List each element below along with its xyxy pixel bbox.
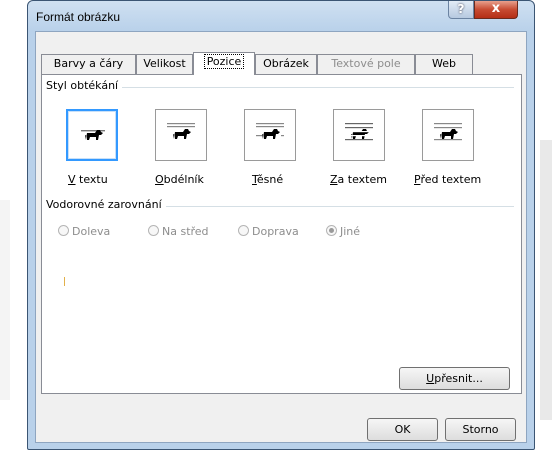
dialog-body: Barvy a čáry Velikost Pozice Obrázek Tex…: [35, 31, 527, 443]
cancel-button[interactable]: Storno: [445, 418, 516, 441]
align-other-radio[interactable]: Jiné: [326, 225, 360, 238]
title-bar[interactable]: Formát obrázku ? x: [28, 1, 534, 31]
wrapping-heading: Styl obtékání: [46, 79, 123, 92]
background-document-edge: [0, 200, 10, 400]
wrap-inline-button[interactable]: [66, 109, 118, 161]
position-tab-panel: Styl obtékání V textu Obdélník Těsné Za …: [41, 74, 522, 394]
wrap-tight-button[interactable]: [244, 109, 296, 161]
square-dog-icon: [167, 123, 195, 139]
tab-text-box[interactable]: Textové pole: [317, 54, 415, 74]
format-picture-dialog: Formát obrázku ? x Barvy a čáry Velikost…: [27, 0, 535, 450]
tab-colors-lines[interactable]: Barvy a čáry: [41, 54, 136, 74]
radio-checked-icon: [326, 225, 337, 236]
wrap-tight-label[interactable]: Těsné: [252, 173, 283, 186]
tab-size[interactable]: Velikost: [136, 54, 193, 74]
inline-dog-icon: [81, 130, 105, 140]
align-center-radio[interactable]: Na střed: [148, 225, 209, 238]
wrap-square-button[interactable]: [155, 109, 207, 161]
dialog-title: Formát obrázku: [36, 10, 121, 24]
radio-circle-icon: [58, 225, 69, 236]
align-left-radio[interactable]: Doleva: [58, 225, 110, 238]
background-document-edge-right: [540, 140, 552, 420]
tab-web[interactable]: Web: [415, 54, 473, 74]
text-cursor: [64, 277, 65, 286]
radio-circle-icon: [148, 225, 159, 236]
tab-strip: Barvy a čáry Velikost Pozice Obrázek Tex…: [41, 52, 521, 75]
close-button[interactable]: x: [474, 1, 518, 19]
wrap-behind-text-label[interactable]: Za textem: [330, 173, 387, 186]
radio-circle-icon: [238, 225, 249, 236]
tight-dog-icon: [256, 123, 284, 139]
in-front-dog-icon: [434, 123, 462, 141]
tab-position[interactable]: Pozice: [193, 52, 255, 75]
wrap-square-label[interactable]: Obdélník: [155, 173, 204, 186]
ok-button[interactable]: OK: [367, 418, 438, 441]
alignment-heading: Vodorovné zarovnání: [46, 198, 166, 211]
help-button[interactable]: ?: [448, 1, 474, 19]
wrap-in-front-label[interactable]: Před textem: [414, 173, 481, 186]
wrap-in-front-button[interactable]: [422, 109, 474, 161]
behind-text-dog-icon: [345, 123, 373, 141]
wrap-inline-label[interactable]: V textu: [68, 173, 108, 186]
tab-picture[interactable]: Obrázek: [255, 54, 317, 74]
align-right-radio[interactable]: Doprava: [238, 225, 299, 238]
advanced-button[interactable]: Upřesnit...: [399, 367, 510, 390]
wrap-behind-text-button[interactable]: [333, 109, 385, 161]
